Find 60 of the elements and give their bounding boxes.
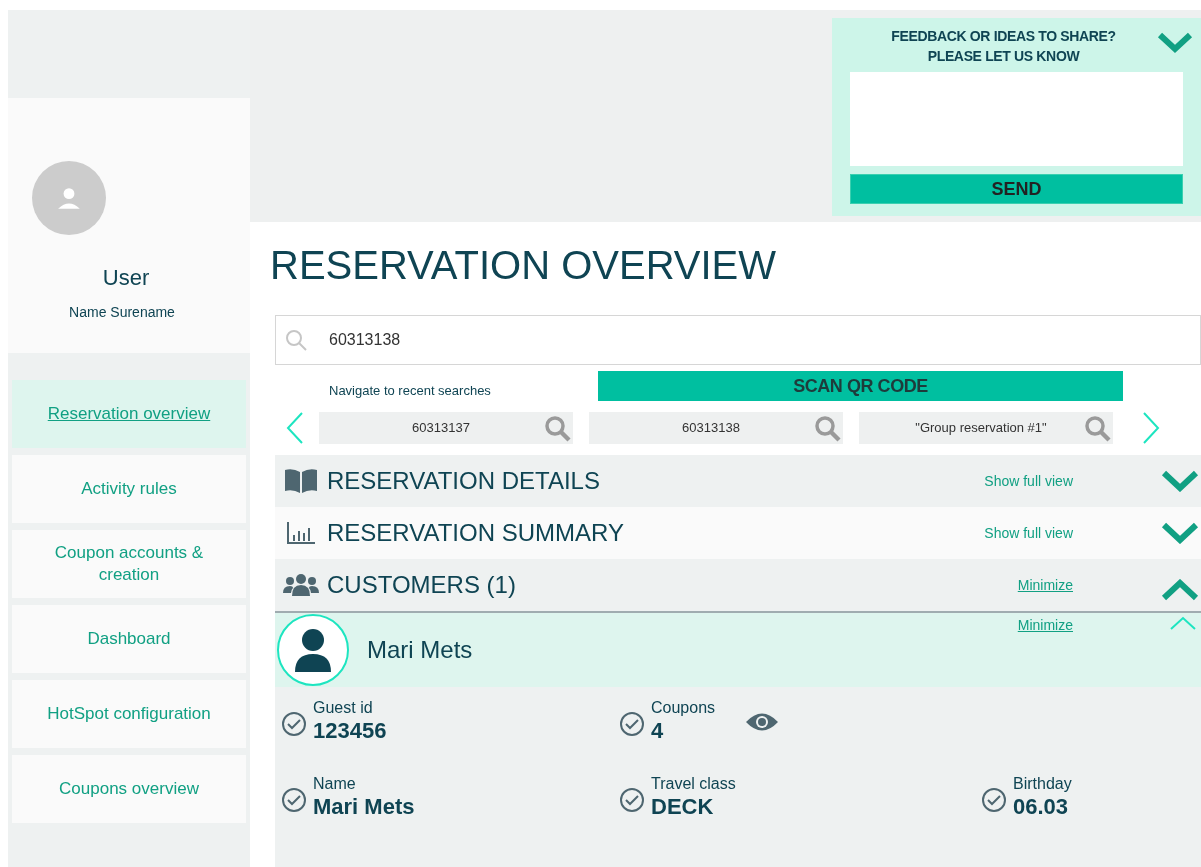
section-header[interactable]: RESERVATION SUMMARY Show full view [275,507,1201,559]
field-value: 06.03 [1013,793,1070,821]
user-name: User [101,264,151,292]
check-circle-icon [619,787,645,813]
eye-icon[interactable] [745,711,780,733]
recent-searches-label: Navigate to recent searches [329,382,492,400]
people-icon [283,573,319,597]
nav-item[interactable]: Coupon accounts & creation [12,530,246,598]
check-circle-icon [619,711,645,737]
field-value: 123456 [313,717,387,745]
nav-item[interactable]: Dashboard [12,605,246,673]
minimize-link[interactable]: Minimize [1017,615,1073,636]
nav-item[interactable]: Reservation overview [12,380,246,448]
field-label: Travel class [651,775,736,793]
field-value: Mari Mets [313,793,415,821]
customer-avatar-icon [277,614,349,686]
chevron-up-icon[interactable] [1161,579,1199,601]
page-title: RESERVATION OVERVIEW [270,242,778,288]
show-full-view-link[interactable]: Show full view [984,470,1073,492]
field-label: Guest id [313,699,374,717]
search-icon [813,414,841,442]
bar-chart-icon [286,521,316,545]
feedback-field[interactable] [850,72,1183,166]
check-circle-icon [981,787,1007,813]
chevron-down-icon[interactable] [1161,470,1199,492]
nav-item[interactable]: HotSpot configuration [12,680,246,748]
chevron-down-icon[interactable] [1161,522,1199,544]
scan-qr-code-button[interactable]: SCAN QR CODE [598,371,1123,401]
send-button[interactable]: SEND [850,174,1183,204]
chevron-right-icon[interactable] [1141,411,1161,445]
section-title: RESERVATION SUMMARY [327,518,624,548]
field-value: DECK [651,793,715,821]
recent-search-button[interactable]: "Group reservation #1" [859,412,1113,444]
chevron-up-icon[interactable] [1169,615,1197,631]
customer-name: Mari Mets [367,635,473,665]
search-icon [284,328,308,352]
user-full-name: Name Surename [68,303,176,322]
search-icon [1083,414,1111,442]
check-circle-icon [281,711,307,737]
section-title: CUSTOMERS (1) [327,570,516,600]
search-field[interactable]: 60313138 [275,315,1201,365]
check-circle-icon [281,787,307,813]
section-header[interactable]: CUSTOMERS (1) Minimize [275,559,1201,611]
field-label: Birthday [1013,775,1072,793]
field-label: Coupons [651,699,716,717]
nav-item[interactable]: Coupons overview [12,755,246,823]
book-icon [284,468,318,494]
field-label: Name [313,775,357,793]
chevron-down-icon[interactable] [1157,32,1193,54]
field-value: 4 [651,717,665,745]
section-header[interactable]: RESERVATION DETAILS Show full view [275,455,1201,507]
recent-search-button[interactable]: 60313137 [319,412,573,444]
feedback-title: FEEDBACK OR IDEAS TO SHARE? PLEASE LET US KNOW [890,27,1117,66]
section-title: RESERVATION DETAILS [327,466,600,496]
chevron-left-icon[interactable] [285,411,305,445]
search-icon [543,414,571,442]
minimize-link[interactable]: Minimize [1017,574,1073,596]
show-full-view-link[interactable]: Show full view [984,522,1073,544]
nav-item[interactable]: Activity rules [12,455,246,523]
recent-search-button[interactable]: 60313138 [589,412,843,444]
